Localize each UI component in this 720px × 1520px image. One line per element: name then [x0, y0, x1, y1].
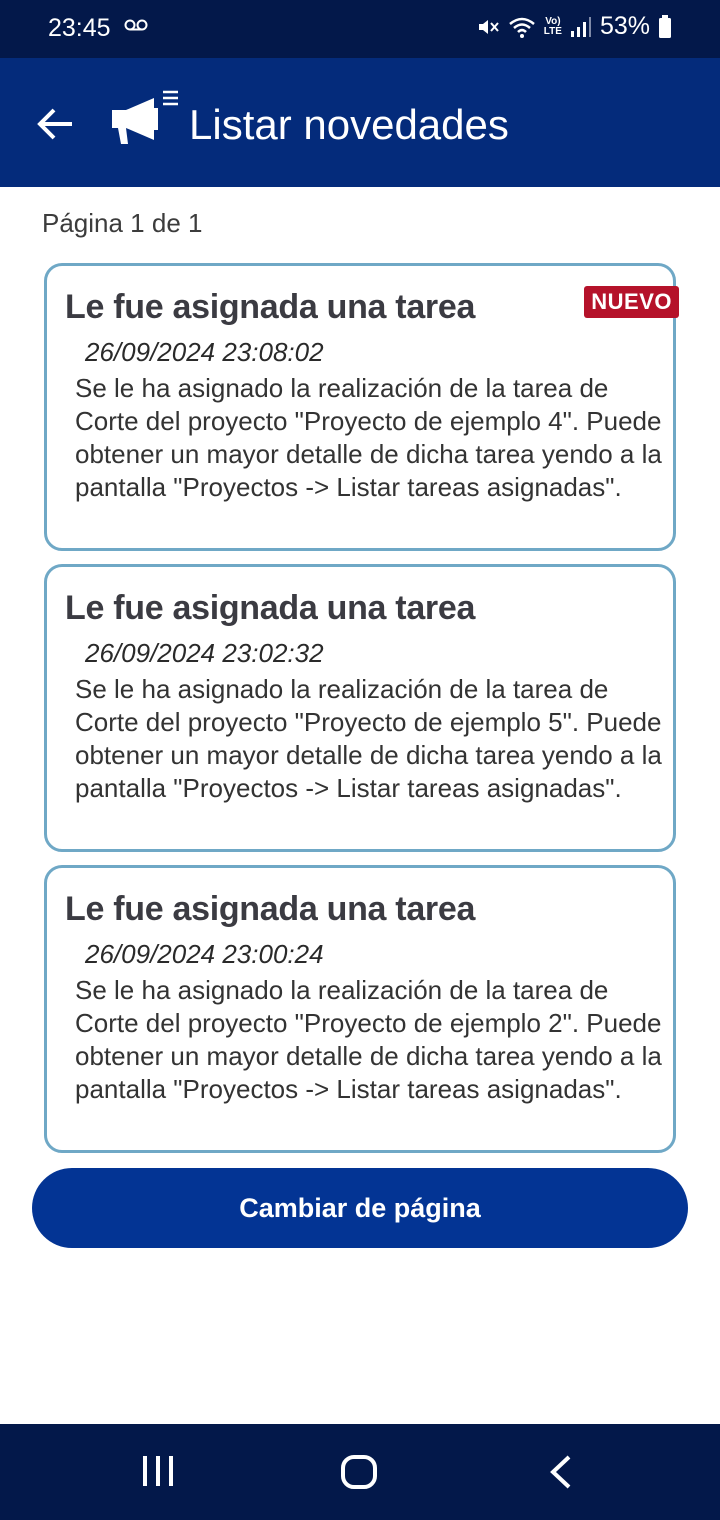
- lte-bottom-label: LTE: [543, 25, 562, 37]
- notification-card[interactable]: Le fue asignada una tarea NUEVO 26/09/20…: [44, 263, 679, 551]
- voicemail-icon: [124, 19, 148, 31]
- page-indicator: Página 1 de 1: [42, 208, 203, 238]
- wifi-icon: [508, 17, 535, 38]
- notification-date: 26/09/2024 23:08:02: [85, 337, 324, 367]
- home-icon[interactable]: [340, 1454, 378, 1490]
- notifications-list: Le fue asignada una tarea NUEVO 26/09/20…: [44, 263, 679, 1166]
- notification-body: Se le ha asignado la realización de la t…: [75, 674, 662, 803]
- app-bar: Listar novedades: [0, 58, 720, 187]
- battery-icon: [659, 14, 671, 38]
- notification-title: Le fue asignada una tarea: [65, 890, 476, 928]
- lte-top-label: Vo): [545, 15, 561, 27]
- status-time: 23:45: [48, 14, 111, 42]
- notification-card[interactable]: Le fue asignada una tarea 26/09/2024 23:…: [44, 564, 676, 852]
- mute-icon: [478, 19, 499, 34]
- notification-body: Se le ha asignado la realización de la t…: [75, 975, 662, 1104]
- new-badge: NUEVO: [584, 286, 679, 318]
- notification-title: Le fue asignada una tarea: [65, 589, 476, 627]
- change-page-button[interactable]: Cambiar de página: [32, 1168, 688, 1248]
- notification-card[interactable]: Le fue asignada una tarea 26/09/2024 23:…: [44, 865, 676, 1153]
- notification-title: Le fue asignada una tarea: [65, 288, 476, 326]
- page-title: Listar novedades: [189, 101, 509, 148]
- notification-body: Se le ha asignado la realización de la t…: [75, 373, 662, 502]
- status-bar: 23:45 Vo) LTE 53%: [0, 0, 720, 58]
- megaphone-icon: [112, 90, 178, 144]
- signal-icon: [570, 16, 591, 37]
- arrow-left-icon[interactable]: [36, 106, 76, 142]
- notification-date: 26/09/2024 23:02:32: [85, 638, 324, 668]
- back-nav-icon[interactable]: [548, 1454, 574, 1490]
- battery-percentage: 53%: [599, 12, 650, 40]
- status-icons: Vo) LTE 53%: [468, 12, 672, 41]
- navigation-bar: [0, 1424, 720, 1520]
- notification-date: 26/09/2024 23:00:24: [85, 939, 324, 969]
- recents-icon[interactable]: [140, 1454, 176, 1488]
- lte-icon: Vo) LTE: [543, 15, 562, 37]
